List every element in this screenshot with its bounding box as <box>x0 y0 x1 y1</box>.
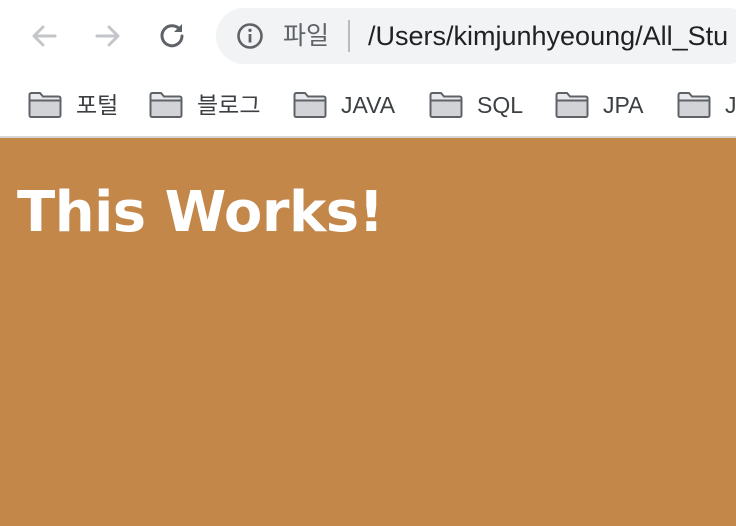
bookmark-label: SQL <box>477 92 524 118</box>
url-text[interactable]: /Users/kimjunhyeoung/All_Stu <box>368 19 728 53</box>
folder-icon <box>677 92 711 118</box>
bookmark-folder-java[interactable]: JAVA <box>293 90 395 120</box>
arrow-right-icon <box>95 25 120 47</box>
folder-icon <box>149 92 183 118</box>
bookmarks-bar: 포털 블로그 JAVA SQL JPA J <box>0 72 736 138</box>
page-heading: This Works! <box>17 180 384 245</box>
browser-toolbar: 파일 /Users/kimjunhyeoung/All_Stu <box>0 0 736 72</box>
bookmark-label: JPA <box>603 92 644 118</box>
forward-button[interactable] <box>86 14 130 58</box>
bookmark-folder-portal[interactable]: 포털 <box>28 90 118 120</box>
arrow-left-icon <box>32 25 57 47</box>
address-divider <box>348 20 350 52</box>
page-content: This Works! <box>0 138 736 526</box>
address-bar[interactable]: 파일 /Users/kimjunhyeoung/All_Stu <box>216 8 736 64</box>
bookmark-folder-jpa[interactable]: JPA <box>555 90 643 120</box>
scheme-label: 파일 <box>283 22 330 50</box>
reload-icon <box>160 24 184 48</box>
bookmark-label: 블로그 <box>197 92 261 118</box>
reload-button[interactable] <box>150 14 194 58</box>
bookmark-folder-sql[interactable]: SQL <box>429 90 523 120</box>
back-button[interactable] <box>22 14 66 58</box>
bookmark-folder-blog[interactable]: 블로그 <box>149 90 260 120</box>
folder-icon <box>429 92 463 118</box>
info-icon[interactable] <box>236 22 264 50</box>
bookmark-folder-truncated[interactable]: J <box>677 90 736 120</box>
folder-icon <box>28 92 62 118</box>
folder-icon <box>555 92 589 118</box>
bookmark-label: JAVA <box>341 92 396 118</box>
bookmark-label: 포털 <box>76 92 119 118</box>
bookmark-label: J <box>725 92 736 118</box>
folder-icon <box>293 92 327 118</box>
